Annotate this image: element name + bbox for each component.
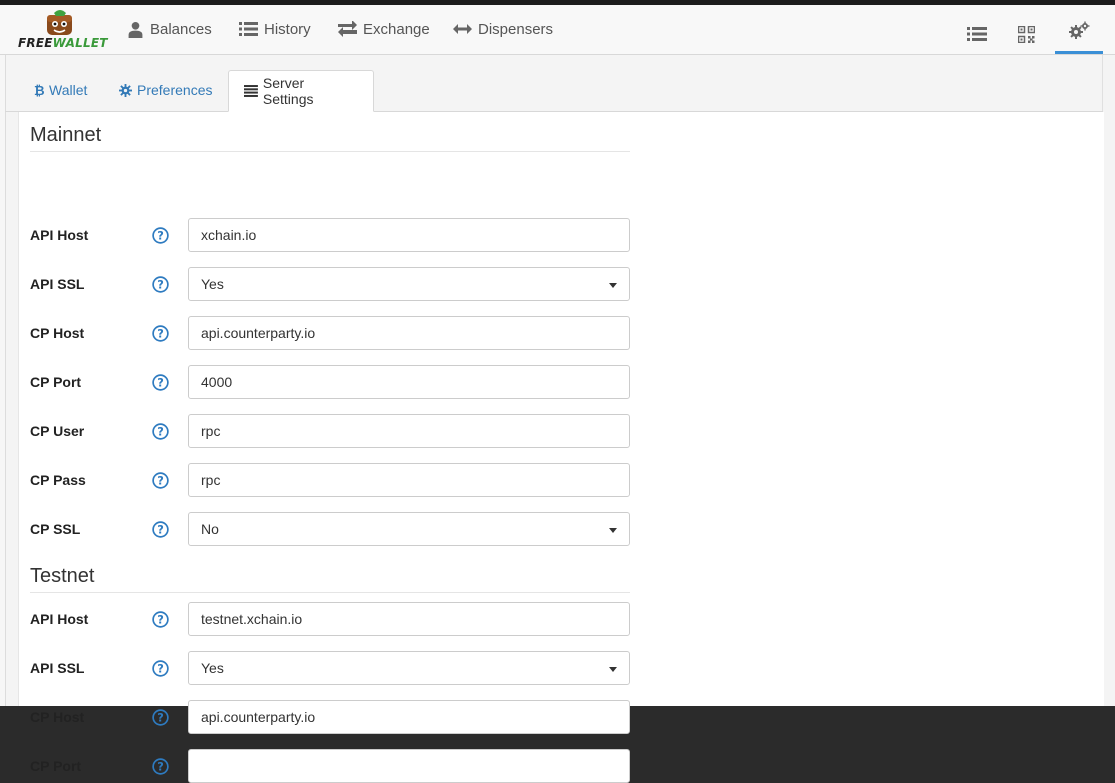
brand-wordmark: FREEWALLET — [18, 36, 108, 50]
testnet-heading: Testnet — [30, 565, 630, 593]
server-list-icon — [244, 85, 258, 97]
nav-exchange[interactable]: Exchange — [338, 19, 430, 39]
caret-down-icon — [609, 528, 617, 533]
list-icon — [239, 22, 258, 36]
help-icon[interactable]: ? — [152, 325, 169, 342]
brand-wallet: WALLET — [52, 36, 108, 50]
help-icon[interactable]: ? — [152, 227, 169, 244]
field-label: API SSL — [30, 660, 85, 676]
mainnet-api-ssl-select[interactable]: Yes — [188, 267, 630, 301]
nav-dispensers[interactable]: Dispensers — [453, 19, 553, 39]
svg-text:?: ? — [157, 759, 164, 773]
help-icon[interactable]: ? — [152, 521, 169, 538]
qr-code-icon — [1017, 25, 1035, 43]
svg-text:?: ? — [157, 710, 164, 724]
mainnet-cp-pass-input[interactable] — [188, 463, 630, 497]
select-value: Yes — [201, 660, 224, 676]
mainnet-cp-host-input[interactable] — [188, 316, 630, 350]
horizontal-arrows-icon — [453, 24, 472, 34]
mainnet-cp-ssl-select[interactable]: No — [188, 512, 630, 546]
field-label: CP Port — [30, 758, 82, 774]
tab-wallet[interactable]: ₿ Wallet — [19, 70, 102, 110]
field-label: CP User — [30, 423, 85, 439]
help-icon[interactable]: ? — [152, 472, 169, 489]
testnet-cp-host-input[interactable] — [188, 700, 630, 734]
settings-button[interactable] — [1055, 10, 1103, 54]
tab-preferences[interactable]: Preferences — [104, 70, 227, 110]
help-icon[interactable]: ? — [152, 709, 169, 726]
field-label: CP Pass — [30, 472, 86, 488]
help-icon[interactable]: ? — [152, 758, 169, 775]
help-icon[interactable]: ? — [152, 276, 169, 293]
caret-down-icon — [609, 283, 617, 288]
mainnet-cp-host-row: CP Host ? — [30, 316, 630, 350]
svg-text:?: ? — [157, 228, 164, 242]
mainnet-heading: Mainnet — [30, 124, 630, 152]
svg-text:?: ? — [157, 424, 164, 438]
mainnet-cp-port-input[interactable] — [188, 365, 630, 399]
select-value: Yes — [201, 276, 224, 292]
mainnet-cp-ssl-row: CP SSL ? No — [30, 512, 630, 546]
svg-text:?: ? — [157, 661, 164, 675]
testnet-api-host-input[interactable] — [188, 602, 630, 636]
field-label: API Host — [30, 227, 89, 243]
gear-icon — [119, 83, 132, 97]
field-label: CP SSL — [30, 521, 81, 537]
testnet-api-host-row: API Host ? — [30, 602, 630, 636]
testnet-cp-port-row: CP Port ? — [30, 749, 630, 783]
svg-text:?: ? — [157, 522, 164, 536]
list-view-icon — [967, 27, 987, 41]
svg-text:?: ? — [157, 326, 164, 340]
svg-text:₿: ₿ — [34, 84, 44, 97]
help-icon[interactable]: ? — [152, 611, 169, 628]
svg-text:?: ? — [157, 473, 164, 487]
nav-balances[interactable]: Balances — [127, 19, 212, 39]
mainnet-cp-port-row: CP Port ? — [30, 365, 630, 399]
nav-history-label: History — [264, 20, 311, 38]
testnet-api-ssl-row: API SSL ? Yes — [30, 651, 630, 685]
nav-dispensers-label: Dispensers — [478, 20, 554, 38]
field-label: API SSL — [30, 276, 85, 292]
svg-text:?: ? — [157, 277, 164, 291]
testnet-cp-port-input[interactable] — [188, 749, 630, 783]
svg-text:?: ? — [157, 375, 164, 389]
list-view-button[interactable] — [957, 15, 997, 53]
tab-server-settings-label: Server Settings — [262, 75, 314, 107]
brand-free: FREE — [18, 36, 53, 50]
user-icon — [128, 21, 143, 38]
svg-text:?: ? — [157, 612, 164, 626]
qr-code-button[interactable] — [1006, 15, 1046, 53]
tab-preferences-label: Preferences — [137, 82, 213, 98]
nav-balances-label: Balances — [150, 20, 212, 38]
testnet-cp-host-row: CP Host ? — [30, 700, 630, 734]
field-label: CP Host — [30, 709, 85, 725]
server-settings-form: Mainnet API Host ? API SSL ? Yes CP Host… — [18, 112, 1104, 783]
tab-server-settings[interactable]: Server Settings — [228, 70, 374, 112]
gears-icon — [1069, 21, 1090, 39]
help-icon[interactable]: ? — [152, 660, 169, 677]
help-icon[interactable]: ? — [152, 423, 169, 440]
mainnet-api-host-row: API Host ? — [30, 218, 630, 252]
exchange-arrows-icon — [338, 21, 357, 37]
nav-history[interactable]: History — [239, 19, 311, 39]
mainnet-cp-user-row: CP User ? — [30, 414, 630, 448]
field-label: CP Host — [30, 325, 85, 341]
settings-tabs: ₿ Wallet Preferences Server Settings — [5, 70, 1103, 112]
bitcoin-icon: ₿ — [34, 84, 44, 97]
main-area: ₿ Wallet Preferences Server Settings Mai… — [0, 55, 1115, 783]
field-label: CP Port — [30, 374, 82, 390]
mainnet-api-host-input[interactable] — [188, 218, 630, 252]
freewallet-logo[interactable]: FREEWALLET — [14, 7, 108, 53]
top-navbar: FREEWALLET Balances History Exchange Dis… — [0, 5, 1115, 55]
mainnet-cp-pass-row: CP Pass ? — [30, 463, 630, 497]
select-value: No — [201, 521, 219, 537]
testnet-api-ssl-select[interactable]: Yes — [188, 651, 630, 685]
help-icon[interactable]: ? — [152, 374, 169, 391]
mainnet-api-ssl-row: API SSL ? Yes — [30, 267, 630, 301]
nav-exchange-label: Exchange — [363, 20, 430, 38]
caret-down-icon — [609, 667, 617, 672]
tab-wallet-label: Wallet — [49, 82, 88, 98]
field-label: API Host — [30, 611, 89, 627]
mainnet-cp-user-input[interactable] — [188, 414, 630, 448]
